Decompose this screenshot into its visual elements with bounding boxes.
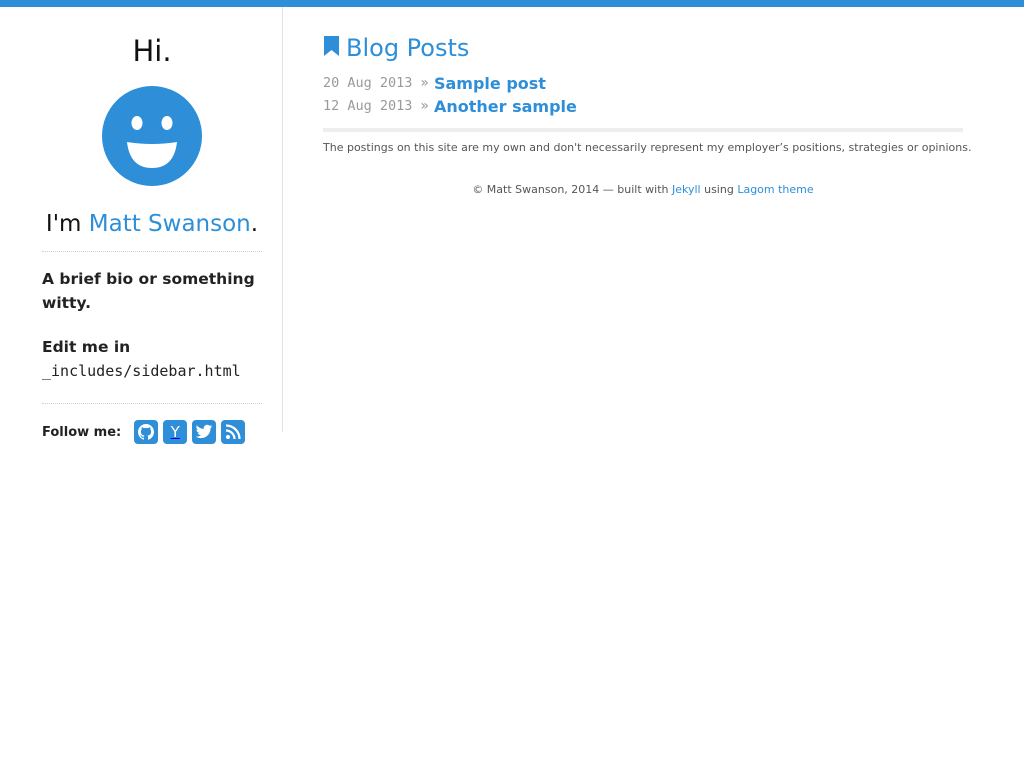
divider [42, 403, 262, 404]
footer-using: using [700, 183, 738, 196]
follow-links: Follow me: Y [42, 417, 246, 447]
follow-label: Follow me: [42, 424, 122, 440]
disclaimer: The postings on this site are my own and… [323, 141, 972, 154]
separator: » [420, 75, 429, 91]
author-name-link[interactable]: Matt Swanson [89, 211, 251, 237]
hacker-news-glyph: Y [170, 423, 180, 441]
edit-prefix: Edit me in [42, 338, 131, 356]
sidebar: Hi. I'm Matt Swanson. A brief bio or som… [0, 7, 283, 444]
greeting: Hi. [132, 34, 172, 68]
list-item: 12 Aug 2013 » Another sample [323, 95, 577, 117]
edit-path: _includes/sidebar.html [42, 362, 241, 380]
separator: » [420, 98, 429, 114]
post-link[interactable]: Sample post [434, 74, 546, 93]
edit-note: Edit me in _includes/sidebar.html [42, 335, 264, 383]
smiley-face-icon [102, 86, 202, 186]
intro-prefix: I'm [45, 211, 89, 237]
post-link[interactable]: Another sample [434, 97, 577, 116]
post-date: 20 Aug 2013 [323, 75, 413, 91]
twitter-icon[interactable] [192, 420, 217, 444]
bookmark-icon [323, 35, 340, 61]
divider [42, 251, 262, 252]
theme-link[interactable]: Lagom theme [737, 183, 813, 196]
rss-icon[interactable] [221, 420, 246, 444]
bio-text: A brief bio or something witty. [42, 270, 255, 312]
author-intro: I'm Matt Swanson. [0, 209, 304, 239]
footer: © Matt Swanson, 2014 — built with Jekyll… [323, 182, 963, 198]
jekyll-link[interactable]: Jekyll [672, 183, 701, 196]
list-item: 20 Aug 2013 » Sample post [323, 72, 546, 94]
copyright: © Matt Swanson, 2014 — built with [472, 183, 672, 196]
page-title: Blog Posts [346, 34, 470, 62]
hacker-news-icon[interactable]: Y [163, 420, 188, 444]
blog-posts-heading: Blog Posts [323, 31, 469, 65]
intro-suffix: . [250, 211, 259, 237]
bio: A brief bio or something witty. Edit me … [42, 267, 264, 403]
horizontal-rule [323, 128, 963, 132]
github-icon[interactable] [134, 420, 159, 444]
top-accent-bar [0, 0, 1024, 7]
post-date: 12 Aug 2013 [323, 98, 413, 114]
